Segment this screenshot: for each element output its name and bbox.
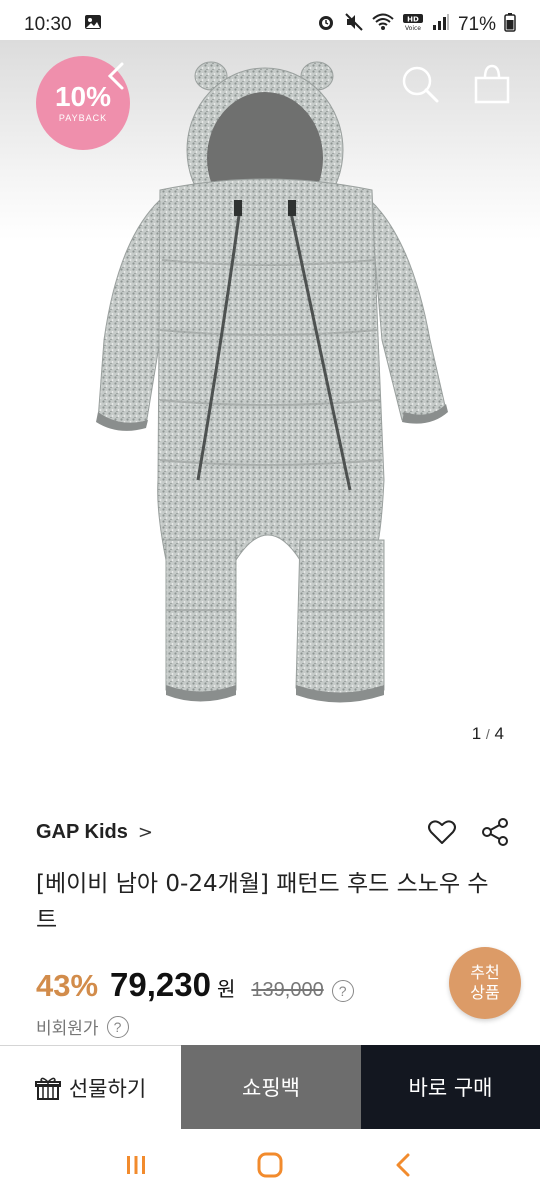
brand-row: GAP Kids > (36, 816, 510, 848)
brand-link[interactable]: GAP Kids (36, 821, 128, 844)
gift-icon (34, 1077, 61, 1100)
recent-apps-icon[interactable] (123, 1152, 149, 1178)
recommend-line1: 추천 (470, 963, 500, 982)
buy-label: 바로 구매 (408, 1076, 493, 1100)
battery-level: 71% (457, 14, 496, 35)
recommend-button[interactable]: 추천 상품 (449, 947, 521, 1019)
search-icon[interactable] (398, 62, 442, 106)
home-icon[interactable] (256, 1151, 284, 1179)
original-price: 139,000 (251, 979, 324, 1001)
bag-icon[interactable] (470, 62, 514, 106)
product-image (96, 61, 448, 703)
signal-icon (432, 13, 450, 37)
wifi-icon (372, 13, 394, 37)
price-row: 43% 79,230 원 139,000 ? (36, 966, 354, 1006)
member-price-note: 비회원가 ? (36, 1014, 129, 1039)
gift-button[interactable]: 선물하기 (0, 1045, 181, 1129)
svg-text:Voice: Voice (405, 25, 421, 31)
bottom-action-bar: 선물하기 쇼핑백 바로 구매 (0, 1045, 540, 1129)
discount-rate: 43% (36, 968, 99, 1003)
heart-icon[interactable] (426, 816, 458, 848)
buy-now-button[interactable]: 바로 구매 (361, 1045, 540, 1129)
nav-back-icon[interactable] (391, 1152, 417, 1178)
hd-voice-icon: HD Voice (402, 13, 424, 37)
mute-icon (344, 12, 364, 38)
image-counter-separator: / (485, 726, 490, 742)
product-image-carousel[interactable]: 10% PAYBACK 1 / 4 (0, 40, 540, 780)
currency-label: 원 (216, 977, 236, 1001)
system-nav-bar (0, 1129, 540, 1200)
chevron-right-icon: > (137, 821, 153, 843)
add-to-bag-button[interactable]: 쇼핑백 (181, 1045, 361, 1129)
image-counter: 1 / 4 (472, 724, 504, 744)
svg-text:HD: HD (407, 16, 419, 24)
status-time: 10:30 (24, 14, 72, 35)
gift-label: 선물하기 (68, 1076, 147, 1101)
help-icon[interactable]: ? (106, 1015, 129, 1038)
payback-label: PAYBACK (58, 113, 108, 123)
product-title: [베이비 남아 0-24개월] 패턴드 후드 스노우 수트 (36, 871, 489, 933)
member-price-label: 비회원가 (36, 1019, 99, 1039)
alarm-icon (316, 12, 336, 38)
image-icon (84, 14, 102, 36)
image-counter-current: 1 (471, 724, 482, 743)
share-icon[interactable] (479, 816, 511, 848)
image-counter-total: 4 (494, 724, 504, 743)
bag-label: 쇼핑백 (242, 1076, 300, 1100)
battery-icon (504, 12, 516, 38)
recommend-line2: 상품 (470, 983, 500, 1002)
sale-price: 79,230 (110, 966, 211, 1003)
help-icon[interactable]: ? (331, 980, 354, 1002)
back-icon[interactable] (96, 54, 140, 98)
